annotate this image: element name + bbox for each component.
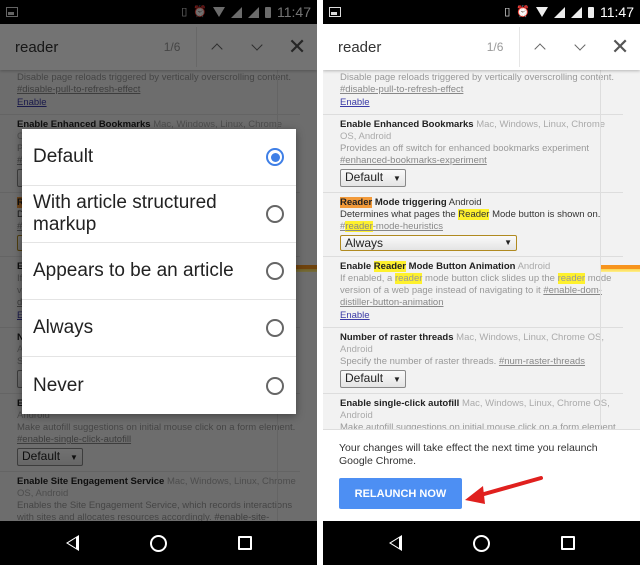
screenshot-pair: ▯ ⏰ 11:47 1/6 ✕ Disable page reloads tri… [0,0,640,565]
flag-title: Enable Enhanced Bookmarks [340,119,474,130]
flag-title: Enable single-click autofill [340,398,460,409]
find-in-page-bar: 1/6 ✕ [323,24,640,70]
flag-select[interactable]: Default ▼ [340,370,406,388]
relaunch-message: Your changes will take effect the next t… [339,442,598,467]
flag-platforms: Android [448,197,482,208]
radio-unselected-icon[interactable] [266,262,284,280]
search-highlight: reader [345,221,373,232]
home-icon[interactable] [472,534,490,552]
find-close-button[interactable]: ✕ [600,24,640,70]
chevron-down-icon [574,39,586,51]
flag-description: Determines what pages the [340,209,456,220]
radio-unselected-icon[interactable] [266,319,284,337]
vibrate-icon: ▯ [504,5,511,18]
flag-platforms: Android [517,261,551,272]
relaunch-now-button[interactable]: RELAUNCH NOW [339,478,462,509]
option-label: Appears to be an article [33,260,234,281]
radio-unselected-icon[interactable] [266,376,284,395]
dialog-option[interactable]: Appears to be an article [22,243,296,300]
wifi-icon [536,7,548,17]
back-icon[interactable] [388,535,402,551]
flag-select[interactable]: Default ▼ [340,169,406,187]
option-label: Never [33,374,84,396]
option-label: Always [33,317,94,338]
dialog-option[interactable]: Always [22,300,296,357]
radio-unselected-icon[interactable] [266,205,284,223]
radio-selected-icon[interactable] [266,148,284,166]
find-match-count: 1/6 [486,40,504,54]
search-highlight: reader [394,273,423,284]
flag-hash-link[interactable]: -mode-heuristics [373,221,443,232]
option-label: Default [33,146,94,167]
flag-item: Disable page reloads triggered by vertic… [323,70,623,115]
signal-icon [554,6,565,18]
back-icon[interactable] [65,535,79,551]
dropdown-arrow-icon: ▼ [393,375,401,384]
search-highlight: Reader [373,261,407,272]
search-highlight: Reader [458,209,490,220]
dialog-option[interactable]: With article structured markup [22,186,296,243]
flag-description: Provides an off switch for enhanced book… [340,143,590,154]
flag-title: Mode Button Animation [408,261,516,272]
flag-item: Enable Reader Mode Button Animation Andr… [323,257,623,328]
roaming-signal-icon [571,6,582,18]
battery-icon [588,6,594,18]
flag-enable-link[interactable]: Enable [340,310,370,322]
close-icon: ✕ [610,34,630,59]
dialog-option[interactable]: Never [22,357,296,414]
relaunch-panel: Your changes will take effect the next t… [323,429,640,521]
select-value: Always [345,236,384,250]
recent-apps-icon[interactable] [237,536,252,550]
left-phone-screen: ▯ ⏰ 11:47 1/6 ✕ Disable page reloads tri… [0,0,317,565]
flag-description: Mode button is shown on. [492,209,601,220]
flag-title: Enable [340,261,372,272]
flag-enable-link[interactable]: Enable [340,97,370,109]
dropdown-arrow-icon: ▼ [393,174,401,183]
annotation-arrow-icon [465,476,543,504]
flag-title-highlight: Reader [340,197,373,208]
find-previous-button[interactable] [520,24,560,70]
reader-mode-select[interactable]: Always ▼ [340,235,517,251]
flag-title: Mode triggering [374,197,447,208]
flag-hash-link[interactable]: #disable-pull-to-refresh-effect [340,84,463,95]
dropdown-arrow-icon: ▼ [504,238,512,247]
scroll-position-marker [601,265,640,272]
find-input[interactable] [323,38,473,56]
select-value: Default [345,170,384,184]
image-notification-icon [329,7,341,17]
status-time: 11:47 [600,4,634,20]
navigation-bar [323,521,640,565]
flag-hash-link[interactable]: #enhanced-bookmarks-experiment [340,155,487,166]
option-label: With article structured markup [33,192,217,235]
flag-description: If enabled, a [340,273,393,284]
flag-title: Number of raster threads [340,332,454,343]
search-highlight: reader [557,273,586,284]
flag-item: Number of raster threads Mac, Windows, L… [323,328,623,394]
navigation-bar [0,521,317,565]
flag-description: mode button click slides up the [425,273,555,284]
chevron-up-icon [534,43,546,55]
home-icon[interactable] [149,534,167,552]
flag-hash-link[interactable]: #num-raster-threads [499,356,585,367]
alarm-icon: ⏰ [516,5,530,18]
recent-apps-icon[interactable] [560,536,575,550]
flag-description: Disable page reloads triggered by vertic… [340,72,615,83]
reader-mode-options-dialog: Default With article structured markup A… [22,129,296,414]
select-value: Default [345,371,384,385]
flag-item: Enable Enhanced Bookmarks Mac, Windows, … [323,115,623,193]
flag-item: Reader Mode triggering Android Determine… [323,193,623,257]
dialog-option[interactable]: Default [22,129,296,186]
right-phone-screen: ▯ ⏰ 11:47 1/6 ✕ Disable page reloads tri… [323,0,640,565]
status-bar: ▯ ⏰ 11:47 [323,0,640,24]
flag-description: Specify the number of raster threads. [340,356,497,367]
find-next-button[interactable] [560,24,600,70]
